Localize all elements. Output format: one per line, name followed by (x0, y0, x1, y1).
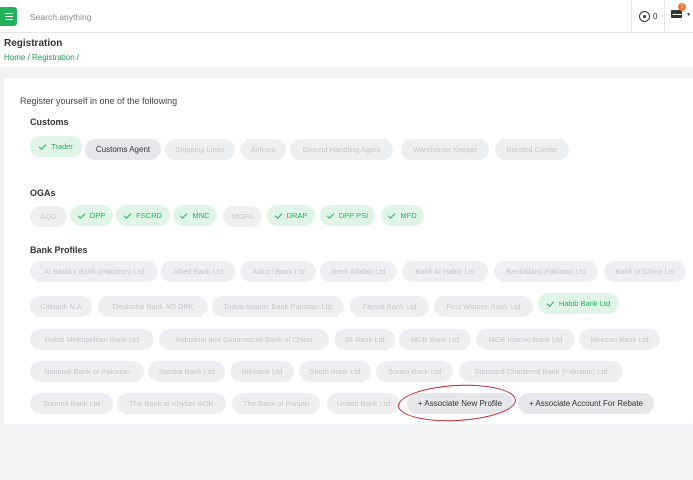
chip-bank[interactable]: The Bank of Punjab (232, 393, 320, 414)
chip-aqd[interactable]: AQD (30, 206, 67, 227)
divider (631, 0, 632, 33)
chip-bonded-carrier[interactable]: Bonded Carrier (495, 139, 569, 160)
chip-bank[interactable]: Askari Bank Ltd (241, 261, 316, 282)
chip-bank[interactable]: JS Bank Ltd (334, 329, 395, 350)
mail-badge: 1 (678, 3, 686, 11)
chip-bank[interactable]: The Bank of Khyber BOK (117, 393, 226, 414)
breadcrumb-separator: / (25, 53, 33, 62)
chip-warehouse-keeper[interactable]: Warehouse Keeper (401, 139, 489, 160)
chip-bank[interactable]: Summit Bank Ltd (30, 393, 113, 414)
check-icon (77, 210, 86, 219)
chip-bank[interactable]: Habib Metropolitan Bank Ltd (30, 329, 154, 350)
chip-dpp-psi[interactable]: DPP PSI (320, 205, 375, 226)
notification-count: 0 (653, 11, 658, 21)
check-icon (123, 210, 132, 219)
chip-bank[interactable]: United Bank Ltd (327, 393, 400, 414)
chevron-down-icon: ▼ (686, 12, 691, 18)
chip-bank[interactable]: Sindh Bank Ltd (299, 361, 371, 382)
chip-shipping-lines[interactable]: Shipping Lines (165, 139, 235, 160)
chip-dpp[interactable]: DPP (70, 205, 113, 226)
top-bar: 0 1 ▼ (0, 0, 693, 33)
chip-mnc[interactable]: MNC (173, 205, 217, 226)
chip-bank[interactable]: BankIslami Pakistan Ltd (494, 261, 598, 282)
chip-bank[interactable]: Deutsche Bank AG DBK (98, 296, 208, 317)
chip-bank[interactable]: Standard Chartered Bank (Pakistan) Ltd (459, 361, 623, 382)
chip-bank[interactable]: Soneri Bank Ltd (376, 361, 453, 382)
check-icon (180, 210, 188, 219)
mail-button[interactable]: 1 ▼ (671, 3, 691, 18)
associate-account-rebate-button[interactable]: + Associate Account For Rebate (518, 393, 654, 414)
section-title-bank-profiles: Bank Profiles (30, 245, 88, 255)
envelope-icon (671, 10, 683, 18)
chip-bank[interactable]: Al Baraka Bank (Pakistan) Ltd (30, 261, 158, 282)
chip-bank[interactable]: Bank Al Habib Ltd (402, 261, 488, 282)
check-icon (274, 210, 282, 219)
chip-ground-handling-agent[interactable]: Ground Handling Agent (290, 139, 393, 160)
chip-bank[interactable]: MCB Islamic Bank Ltd (476, 329, 575, 350)
associate-new-profile-button[interactable]: + Associate New Profile (407, 393, 513, 414)
breadcrumb: Home / Registration / (4, 53, 79, 62)
chip-drap[interactable]: DRAP (267, 205, 315, 226)
chip-bank[interactable]: Allied Bank Ltd (161, 261, 235, 282)
divider (664, 0, 665, 33)
chip-habib-bank[interactable]: Habib Bank Ltd (538, 293, 619, 314)
check-icon (38, 141, 47, 150)
breadcrumb-home[interactable]: Home (4, 53, 25, 62)
chip-bank[interactable]: Industrial and Commercial Bank of China (159, 329, 329, 350)
check-icon (326, 210, 335, 219)
register-prompt: Register yourself in one of the followin… (20, 96, 178, 106)
chip-fscrd[interactable]: FSCRD (116, 205, 170, 226)
chip-bank[interactable]: Meezan Bank Ltd (579, 329, 660, 350)
search-input[interactable] (30, 8, 530, 26)
chip-trader[interactable]: Trader (30, 136, 82, 157)
chip-bank[interactable]: Silkbank Ltd (230, 361, 294, 382)
chip-bank[interactable]: National Bank of Pakistan (30, 361, 144, 382)
chip-airlines[interactable]: Airlines (240, 139, 286, 160)
registration-card: Register yourself in one of the followin… (4, 78, 693, 424)
check-icon (387, 210, 396, 219)
chip-mfd[interactable]: MFD (381, 205, 424, 226)
breadcrumb-separator: / (74, 53, 80, 62)
chip-bank[interactable]: Bank Alfalah Ltd (320, 261, 397, 282)
chip-bank[interactable]: Citibank N.A (30, 296, 92, 317)
chip-bank[interactable]: Dubai Islamic Bank Pakistan Ltd (212, 296, 344, 317)
chip-bank[interactable]: Faysal Bank Ltd (350, 296, 429, 317)
section-title-customs: Customs (30, 117, 69, 127)
menu-button[interactable] (0, 7, 17, 26)
hamburger-icon (4, 13, 13, 20)
coin-icon (639, 10, 650, 22)
page-title: Registration (4, 38, 63, 49)
breadcrumb-registration[interactable]: Registration (32, 53, 75, 62)
page-header: Registration Home / Registration / (0, 33, 693, 67)
notifications-button[interactable]: 0 (639, 9, 657, 23)
chip-bank[interactable]: First Women Bank Ltd (434, 296, 533, 317)
chip-bank[interactable]: Samba Bank Ltd (148, 361, 225, 382)
chip-bank[interactable]: Bank of China Ltd (604, 261, 686, 282)
section-title-ogas: OGAs (30, 188, 56, 198)
chip-mofa[interactable]: MOFA (223, 206, 262, 227)
check-icon (546, 298, 555, 307)
chip-bank[interactable]: MCB Bank Ltd (399, 329, 471, 350)
chip-customs-agent[interactable]: Customs Agent (85, 139, 161, 160)
